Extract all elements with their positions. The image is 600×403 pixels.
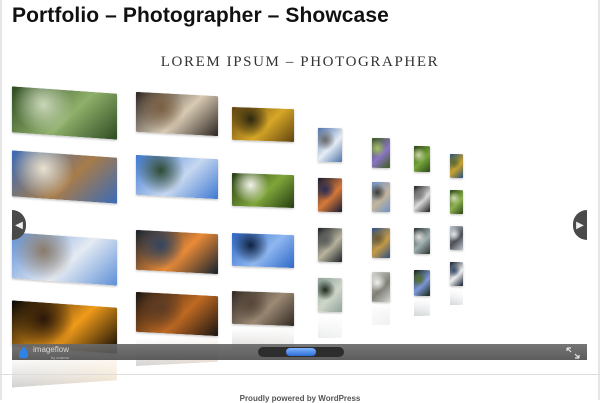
photo-arch-window[interactable] xyxy=(136,91,218,137)
photo-cafe-chairs[interactable] xyxy=(136,291,218,337)
photo-reflection xyxy=(318,313,342,339)
footer-divider xyxy=(0,374,600,375)
photo-misty-lamp[interactable] xyxy=(450,225,463,251)
photo-blue-sky-tree[interactable] xyxy=(136,154,218,200)
photo-dusk-tree[interactable] xyxy=(136,229,218,275)
gallery-scrollbar[interactable] xyxy=(258,347,344,357)
gallery-heading: LOREM IPSUM – PHOTOGRAPHER xyxy=(160,54,440,70)
logo-text: imageflow xyxy=(33,345,69,354)
scrollbar-thumb[interactable] xyxy=(286,348,316,356)
photo-winter-church-tower[interactable] xyxy=(12,232,117,286)
photo-people-silhouettes[interactable] xyxy=(414,185,430,213)
photo-green-meadow[interactable] xyxy=(414,145,430,173)
photo-golden-leaves[interactable] xyxy=(232,106,294,143)
photo-hazy-valley[interactable] xyxy=(414,227,430,255)
footer-credit: Proudly powered by WordPress xyxy=(239,394,361,403)
photo-reflection xyxy=(414,297,430,317)
photo-blue-flowers[interactable] xyxy=(414,269,430,297)
photo-snow-branches[interactable] xyxy=(318,127,342,163)
photo-white-flower-green[interactable] xyxy=(232,172,294,209)
photo-white-birch[interactable] xyxy=(372,271,390,303)
chevron-left-icon: ◀ xyxy=(15,219,23,231)
photo-bare-branch-sky[interactable] xyxy=(318,277,342,313)
imageflow-logo: imageflow by cosimo xyxy=(19,345,70,360)
photo-green-foliage[interactable] xyxy=(450,189,463,215)
photo-water-moss[interactable] xyxy=(12,86,117,140)
photo-blue-sky-square[interactable] xyxy=(232,232,294,269)
photo-rock-wall[interactable] xyxy=(232,290,294,327)
photo-wall-3d-gallery[interactable] xyxy=(0,82,600,388)
photo-windmill-barn[interactable] xyxy=(12,150,117,204)
chevron-right-icon: ▶ xyxy=(576,219,584,231)
photo-night-orange-sky[interactable] xyxy=(318,177,342,213)
photo-parasol-sunset[interactable] xyxy=(318,227,342,263)
photo-reflection xyxy=(372,303,390,326)
page-title: Portfolio – Photographer – Showcase xyxy=(12,4,389,27)
photo-white-blossom-dark[interactable] xyxy=(450,261,463,287)
logo-subtext: by cosimo xyxy=(51,355,70,360)
fullscreen-icon[interactable] xyxy=(566,347,580,359)
photo-yellow-field[interactable] xyxy=(450,153,463,179)
photo-stone-tower[interactable] xyxy=(372,181,390,213)
photo-reflection xyxy=(450,287,463,306)
photo-purple-flowers[interactable] xyxy=(372,137,390,169)
photo-reeds-autumn[interactable] xyxy=(372,227,390,259)
